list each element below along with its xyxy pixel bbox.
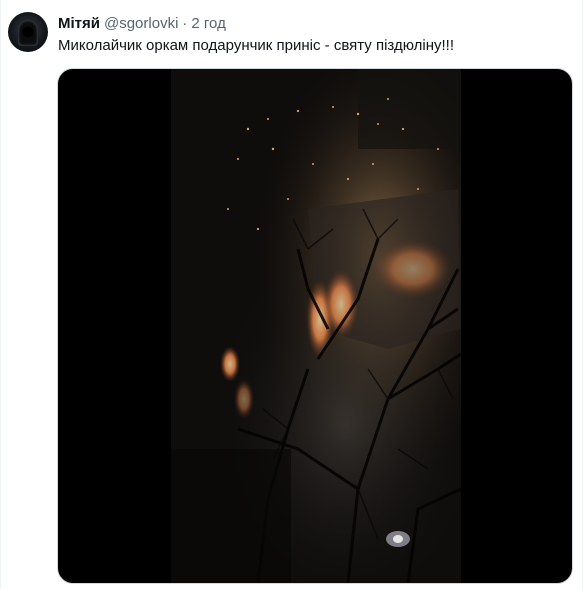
tweet-header: Мітяй @sgorlovki · 2 год bbox=[58, 14, 226, 34]
avatar-face-icon bbox=[22, 27, 34, 37]
tweet-text: Миколайчик оркам подарунчик приніс - свя… bbox=[58, 37, 454, 54]
video-frame bbox=[171, 69, 462, 583]
tweet-timestamp[interactable]: 2 год bbox=[191, 14, 225, 34]
avatar[interactable] bbox=[8, 12, 48, 52]
author-handle[interactable]: @sgorlovki bbox=[104, 14, 178, 34]
separator-dot: · bbox=[182, 15, 188, 32]
tweet[interactable]: Мітяй @sgorlovki · 2 год Миколайчик орка… bbox=[0, 0, 583, 589]
tweet-video[interactable] bbox=[57, 68, 573, 584]
author-name[interactable]: Мітяй bbox=[58, 14, 100, 34]
